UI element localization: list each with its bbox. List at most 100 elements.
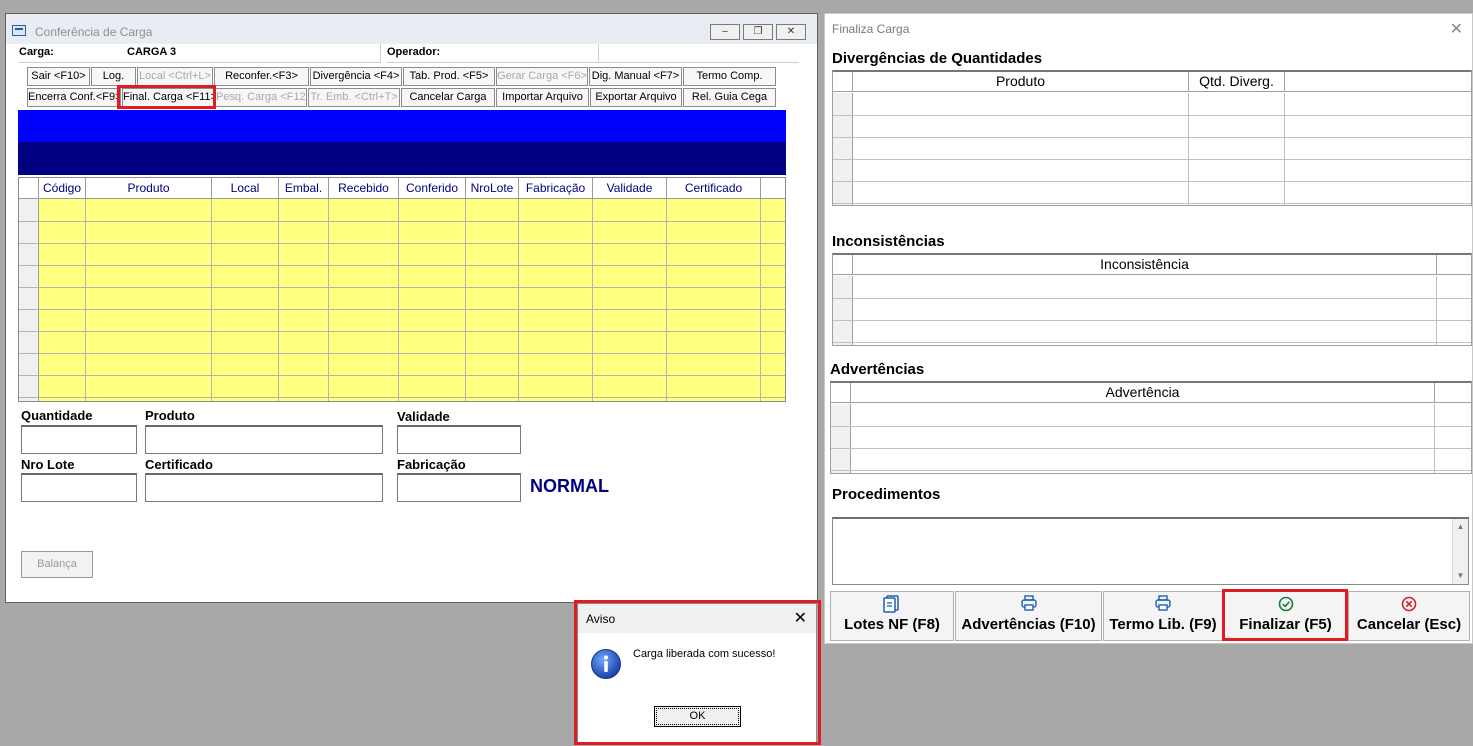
- col-produto[interactable]: Produto: [853, 72, 1189, 92]
- col-inconsistencia[interactable]: Inconsistência: [853, 255, 1437, 275]
- advertencias-button[interactable]: Advertências (F10): [955, 591, 1102, 641]
- col-recebido[interactable]: Recebido: [329, 178, 399, 199]
- status-band-bottom: [18, 142, 786, 175]
- certificado-input[interactable]: [145, 473, 383, 502]
- conferencia-grid[interactable]: Código Produto Local Embal. Recebido Con…: [18, 177, 786, 402]
- col-codigo[interactable]: Código: [39, 178, 86, 199]
- balanca-button[interactable]: Balança: [21, 551, 93, 578]
- log-button[interactable]: Log.: [91, 67, 136, 86]
- validade-input[interactable]: [397, 425, 521, 454]
- title-bar: Conferência de Carga – ❐ ✕: [6, 14, 817, 44]
- nro-lote-input[interactable]: [21, 473, 137, 502]
- table-row-line: [833, 115, 1471, 116]
- close-button[interactable]: ✕: [1450, 19, 1463, 39]
- produto-label: Produto: [145, 408, 195, 423]
- tr-emb-button[interactable]: Tr. Emb. <Ctrl+T>: [308, 88, 400, 107]
- table-row-line: [831, 426, 1471, 427]
- table-row-line: [833, 181, 1471, 182]
- check-circle-icon: [1225, 595, 1346, 613]
- importar-arquivo-button[interactable]: Importar Arquivo: [496, 88, 589, 107]
- grid-header-corner: [19, 178, 39, 199]
- termo-comp-button[interactable]: Termo Comp.: [683, 67, 776, 86]
- termo-lib-button[interactable]: Termo Lib. (F9): [1103, 591, 1223, 641]
- cancelar-carga-button[interactable]: Cancelar Carga: [401, 88, 495, 107]
- documents-icon: [831, 595, 953, 613]
- final-carga-button[interactable]: Final. Carga <F11>: [122, 88, 214, 107]
- finaliza-carga-window: Finaliza Carga ✕ Divergências de Quantid…: [824, 13, 1473, 644]
- local-button[interactable]: Local <Ctrl+L>: [137, 67, 213, 86]
- rel-guia-cega-button[interactable]: Rel. Guia Cega: [683, 88, 776, 107]
- grid-row-line: [19, 397, 785, 398]
- ok-button[interactable]: OK: [654, 706, 741, 727]
- inconsistencias-table[interactable]: Inconsistência: [832, 253, 1472, 346]
- grid-header: Código Produto Local Embal. Recebido Con…: [19, 178, 785, 199]
- conferencia-content: Carga: CARGA 3 Operador: Sair <F10> Log.…: [14, 44, 813, 600]
- col-produto[interactable]: Produto: [86, 178, 212, 199]
- row-indicator: [833, 276, 853, 345]
- maximize-button[interactable]: ❐: [743, 24, 773, 40]
- grid-column: [39, 199, 86, 401]
- table-row-line: [833, 298, 1471, 299]
- grid-row-line: [19, 331, 785, 332]
- grid-column: [329, 199, 399, 401]
- scroll-down-icon[interactable]: ▼: [1455, 570, 1466, 582]
- fabricacao-input[interactable]: [397, 473, 521, 502]
- grid-row-line: [19, 353, 785, 354]
- table-row-line: [833, 342, 1471, 343]
- col-nrolote[interactable]: NroLote: [466, 178, 519, 199]
- exportar-arquivo-button[interactable]: Exportar Arquivo: [590, 88, 682, 107]
- tab-prod-button[interactable]: Tab. Prod. <F5>: [403, 67, 495, 86]
- advertencias-table[interactable]: Advertência: [830, 381, 1472, 474]
- close-button[interactable]: ✕: [776, 24, 806, 40]
- dialog-close-button[interactable]: ✕: [794, 608, 807, 628]
- divergencias-title: Divergências de Quantidades: [832, 50, 1043, 67]
- divergencias-table[interactable]: Produto Qtd. Diverg.: [832, 70, 1472, 206]
- termo-lib-label: Termo Lib. (F9): [1109, 616, 1217, 633]
- col-embal[interactable]: Embal.: [279, 178, 329, 199]
- dialog-body: Carga liberada com sucesso! OK: [578, 633, 816, 742]
- produto-input[interactable]: [145, 425, 383, 454]
- lotes-nf-button[interactable]: Lotes NF (F8): [830, 591, 954, 641]
- close-icon: ✕: [793, 610, 807, 627]
- grid-column: [466, 199, 519, 401]
- grid-column: [519, 199, 593, 401]
- cancelar-button[interactable]: Cancelar (Esc): [1348, 591, 1470, 641]
- dig-manual-button[interactable]: Dig. Manual <F7>: [589, 67, 682, 86]
- dialog-title: Aviso: [586, 612, 616, 626]
- sair-button[interactable]: Sair <F10>: [27, 67, 90, 86]
- table-row-line: [831, 470, 1471, 471]
- table-row-line: [833, 203, 1471, 204]
- window-title: Conferência de Carga: [35, 25, 153, 39]
- x-circle-icon: [1349, 595, 1469, 613]
- reconfer-button[interactable]: Reconfer.<F3>: [214, 67, 309, 86]
- grid-row-line: [19, 221, 785, 222]
- col-fabricacao[interactable]: Fabricação: [519, 178, 593, 199]
- grid-row-line: [19, 287, 785, 288]
- col-qtd-diverg[interactable]: Qtd. Diverg.: [1189, 72, 1285, 92]
- scrollbar[interactable]: ▲ ▼: [1452, 519, 1468, 584]
- procedimentos-textarea[interactable]: ▲ ▼: [832, 517, 1469, 585]
- fabricacao-label: Fabricação: [397, 457, 466, 472]
- grid-column: [667, 199, 761, 401]
- window-title: Finaliza Carga: [832, 22, 910, 36]
- col-certificado[interactable]: Certificado: [667, 178, 761, 199]
- scroll-up-icon[interactable]: ▲: [1455, 521, 1466, 533]
- col-conferido[interactable]: Conferido: [399, 178, 466, 199]
- pesq-carga-button[interactable]: Pesq. Carga <F12>: [215, 88, 307, 107]
- table-header-corner: [833, 255, 853, 275]
- quantidade-input[interactable]: [21, 425, 137, 454]
- conferencia-window: Conferência de Carga – ❐ ✕ Carga: CARGA …: [5, 13, 818, 603]
- col-local[interactable]: Local: [212, 178, 279, 199]
- encerra-conf-button[interactable]: Encerra Conf.<F9>: [27, 88, 121, 107]
- gerar-carga-button[interactable]: Gerar Carga <F6>: [496, 67, 588, 86]
- finalizar-button[interactable]: Finalizar (F5): [1224, 591, 1347, 641]
- table-column: [853, 93, 1189, 205]
- grid-column: [86, 199, 212, 401]
- col-advertencia[interactable]: Advertência: [851, 383, 1435, 403]
- col-validade[interactable]: Validade: [593, 178, 667, 199]
- operador-label: Operador:: [387, 44, 599, 63]
- grid-column: [399, 199, 466, 401]
- minimize-button[interactable]: –: [710, 24, 740, 40]
- grid-row-indicator: [19, 199, 39, 401]
- divergencia-button[interactable]: Divergência <F4>: [310, 67, 402, 86]
